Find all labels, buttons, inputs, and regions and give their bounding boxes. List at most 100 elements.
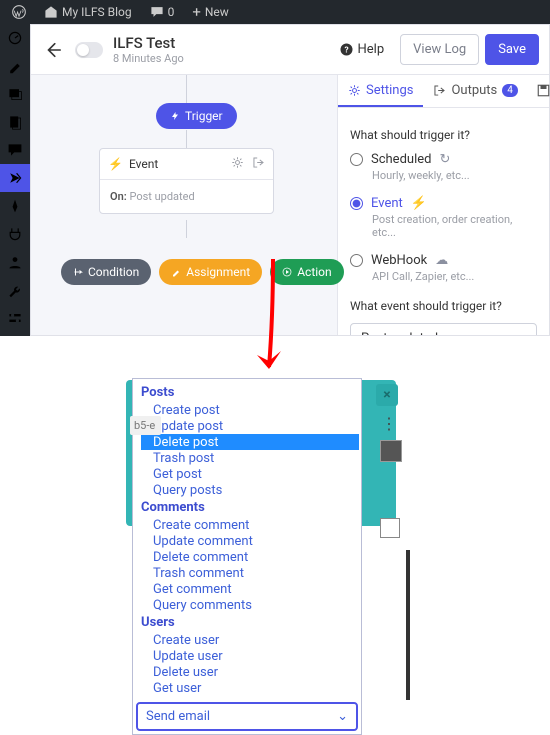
more-icon[interactable]: ⋮ — [380, 414, 398, 432]
sidebar-workflow[interactable] — [0, 164, 30, 192]
gear-icon[interactable] — [231, 156, 244, 172]
event-select[interactable]: Post updated — [350, 323, 537, 335]
bolt-icon: ⚡ — [411, 196, 427, 211]
wp-sidebar — [0, 24, 30, 336]
question-event: What event should trigger it? — [350, 299, 537, 313]
wp-comments[interactable]: 0 — [142, 5, 183, 19]
add-action-chip[interactable]: Action — [270, 259, 343, 285]
close-icon[interactable]: × — [376, 384, 398, 406]
dropdown-item[interactable]: Get user — [141, 680, 361, 696]
dropdown-list[interactable]: PostsCreate postUpdate postDelete postTr… — [133, 379, 361, 699]
dropdown-item[interactable]: Update comment — [141, 533, 361, 549]
wp-comments-count: 0 — [168, 5, 175, 19]
workflow-canvas[interactable]: Trigger ⚡ Event On: Post updated — [31, 75, 337, 335]
enable-toggle[interactable] — [75, 42, 103, 58]
side-box-icon[interactable] — [380, 518, 400, 538]
user-icon[interactable] — [380, 440, 402, 462]
dropdown-item[interactable]: Query comments — [141, 597, 361, 613]
sidebar-plugins[interactable] — [0, 220, 30, 248]
dropdown-item[interactable]: Trash post — [141, 450, 361, 466]
sidebar-tools[interactable] — [0, 276, 30, 304]
radio-webhook[interactable]: WebHook ☁ API Call, Zapier, etc... — [350, 253, 537, 283]
dropdown-item[interactable]: Get comment — [141, 581, 361, 597]
radio-event[interactable]: Event ⚡ Post creation, order creation, et… — [350, 196, 537, 239]
dropdown-item[interactable]: Create comment — [141, 517, 361, 533]
item-tag: b5-e — [130, 416, 161, 435]
workflow-editor: ILFS Test 8 Minutes Ago ? Help View Log S… — [30, 24, 550, 336]
trigger-label: Trigger — [185, 109, 223, 123]
tab-settings-label: Settings — [366, 83, 413, 98]
event-node-title: Event — [129, 157, 158, 171]
back-button[interactable] — [41, 38, 65, 62]
radio-scheduled-label: Scheduled — [371, 152, 431, 167]
event-node[interactable]: ⚡ Event On: Post updated — [99, 148, 274, 214]
dropdown-item[interactable]: Delete user — [141, 664, 361, 680]
dropdown-item[interactable]: Update post — [141, 418, 361, 434]
dropdown-group: Comments — [141, 498, 361, 517]
workflow-subtitle: 8 Minutes Ago — [113, 52, 184, 65]
action-dropdown-overlay: × ⋮ b5-e PostsCreate postUpdate postDele… — [132, 378, 396, 735]
editor-header: ILFS Test 8 Minutes Ago ? Help View Log S… — [31, 25, 549, 75]
wp-new-label: New — [205, 5, 229, 19]
chip-action-label: Action — [297, 265, 331, 279]
wp-adminbar: My ILFS Blog 0 +New — [0, 0, 550, 24]
wp-site-name: My ILFS Blog — [62, 5, 132, 19]
sidebar-media[interactable] — [0, 80, 30, 108]
dropdown-group: Users — [141, 613, 361, 632]
dropdown-group: Posts — [141, 383, 361, 402]
dropdown-item[interactable]: Update user — [141, 648, 361, 664]
dropdown-item[interactable]: Delete comment — [141, 549, 361, 565]
svg-text:?: ? — [344, 46, 348, 56]
radio-webhook-desc: API Call, Zapier, etc... — [372, 270, 537, 283]
sidebar-posts[interactable] — [0, 52, 30, 80]
wp-logo[interactable] — [4, 5, 34, 19]
help-label: Help — [358, 42, 385, 57]
dropdown-item[interactable]: Create post — [141, 402, 361, 418]
add-assignment-chip[interactable]: Assignment — [159, 259, 262, 285]
event-on-label: On: — [110, 190, 127, 203]
chip-assignment-label: Assignment — [186, 265, 250, 279]
help-link[interactable]: ? Help — [339, 42, 385, 57]
wp-site-link[interactable]: My ILFS Blog — [36, 5, 140, 19]
dropdown-item[interactable]: Get post — [141, 466, 361, 482]
radio-event-desc: Post creation, order creation, etc... — [372, 213, 537, 239]
save-button[interactable]: Save — [485, 34, 539, 65]
tab-outputs[interactable]: Outputs4 — [423, 75, 527, 107]
chip-condition-label: Condition — [88, 265, 139, 279]
sidebar-pages[interactable] — [0, 108, 30, 136]
wp-new[interactable]: +New — [184, 5, 236, 20]
trigger-node[interactable]: Trigger — [156, 103, 237, 129]
cloud-icon: ☁ — [435, 253, 448, 268]
dropdown-item[interactable]: Query posts — [141, 482, 361, 498]
dropdown-item[interactable]: Create user — [141, 632, 361, 648]
question-trigger: What should trigger it? — [350, 128, 537, 142]
view-log-button[interactable]: View Log — [400, 34, 479, 65]
clock-icon: ↻ — [439, 152, 450, 167]
radio-scheduled[interactable]: Scheduled ↻ Hourly, weekly, etc... — [350, 152, 537, 182]
panel-tabs: Settings Outputs4 — [338, 75, 549, 108]
radio-event-label: Event — [371, 196, 403, 211]
dropdown-item[interactable]: Delete post — [141, 434, 359, 450]
tab-save-icon[interactable] — [528, 75, 550, 107]
event-select-value: Post updated — [361, 331, 438, 335]
dropdown-item[interactable]: Trash comment — [141, 565, 361, 581]
dropdown-selected-label: Send email — [146, 709, 210, 724]
title-block: ILFS Test 8 Minutes Ago — [113, 34, 184, 65]
sidebar-appearance[interactable] — [0, 192, 30, 220]
side-scrollbar — [406, 550, 410, 700]
sidebar-users[interactable] — [0, 248, 30, 276]
bolt-icon: ⚡ — [108, 157, 123, 171]
radio-scheduled-desc: Hourly, weekly, etc... — [372, 169, 537, 182]
tab-settings[interactable]: Settings — [338, 75, 423, 107]
action-dropdown[interactable]: PostsCreate postUpdate postDelete postTr… — [132, 378, 362, 735]
radio-webhook-label: WebHook — [371, 253, 427, 268]
sidebar-settings[interactable] — [0, 304, 30, 332]
add-condition-chip[interactable]: Condition — [61, 259, 151, 285]
tab-outputs-label: Outputs — [451, 83, 497, 98]
chevron-down-icon: ⌄ — [337, 709, 348, 724]
sidebar-comments[interactable] — [0, 136, 30, 164]
event-on-value: Post updated — [129, 190, 194, 203]
right-panel: Settings Outputs4 What should trigger it… — [337, 75, 549, 335]
exit-icon[interactable] — [252, 156, 265, 172]
sidebar-dashboard[interactable] — [0, 24, 30, 52]
